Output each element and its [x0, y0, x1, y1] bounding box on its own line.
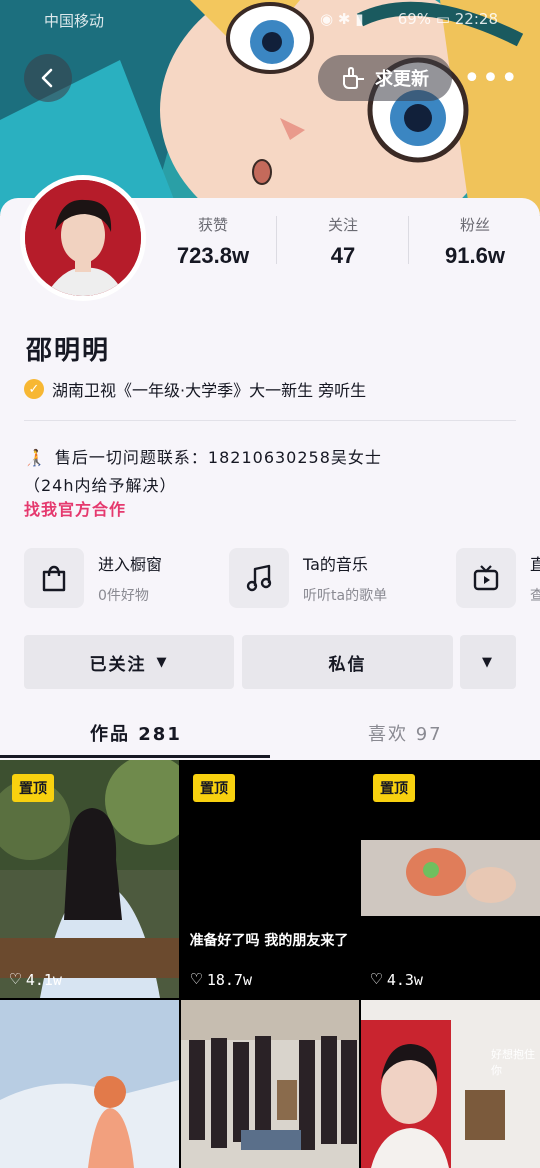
following-button[interactable]: 已关注 ▼ [24, 635, 234, 689]
chevron-left-icon [41, 68, 53, 88]
avatar[interactable] [20, 175, 146, 301]
carrier-label: 中国移动 [44, 12, 105, 30]
video-tile[interactable]: 好想抱住你 [361, 1000, 540, 1168]
status-bar: 中国移动 ◉ ✱ ▮ 69% ▭ 22:28 [0, 0, 540, 36]
feature-music[interactable]: Ta的音乐 听听ta的歌单 [229, 548, 387, 608]
pinned-badge: 置顶 [193, 774, 235, 802]
video-thumbnail [361, 1000, 540, 1168]
back-button[interactable] [24, 54, 72, 102]
divider [24, 420, 516, 421]
video-caption: 准备好了吗 我的朋友来了 [189, 933, 349, 949]
recommend-dropdown-button[interactable]: ▼ [460, 635, 516, 689]
feature-title: 直 [530, 555, 540, 574]
bio-line: （24h内给予解决） [24, 476, 177, 495]
heart-outline-icon: ♡ [371, 969, 382, 990]
stat-likes-received[interactable]: 获赞 723.8w [148, 214, 278, 269]
stat-value: 47 [330, 243, 356, 268]
stat-following[interactable]: 关注 47 [278, 214, 408, 269]
following-label: 已关注 [89, 654, 147, 675]
feature-subtitle: 听听ta的歌单 [303, 588, 388, 604]
more-options-button[interactable]: ••• [462, 54, 520, 102]
video-tile[interactable] [0, 1000, 179, 1168]
bio-line: 🧑‍🦯 售后一切问题联系：18210630258吴女士 [24, 444, 382, 468]
request-update-label: 求更新 [375, 69, 429, 90]
stat-value: 723.8w [176, 243, 250, 268]
stat-label: 关注 [327, 216, 358, 234]
content-tabs: 作品 281 喜欢 97 [0, 702, 540, 758]
tab-works[interactable]: 作品 281 [90, 720, 182, 746]
verification-text: 湖南卫视《一年级·大学季》大一新生 旁听生 [52, 381, 367, 400]
like-count-value: 18.7w [206, 970, 252, 989]
pinned-badge: 置顶 [12, 774, 54, 802]
stat-label: 获赞 [197, 216, 228, 234]
feature-title: 进入橱窗 [98, 555, 163, 574]
stat-followers[interactable]: 粉丝 91.6w [410, 214, 540, 269]
stat-label: 粉丝 [459, 216, 490, 234]
status-icons: ◉ ✱ ▮ [320, 10, 364, 28]
business-cooperation-link[interactable]: 找我官方合作 [24, 496, 126, 520]
time-label: 69% ▭ 22:28 [398, 10, 498, 28]
like-count-value: 4.3w [386, 970, 423, 989]
message-button[interactable]: 私信 [242, 635, 453, 689]
like-count-value: 4.1w [25, 970, 62, 989]
verified-badge-icon: ✓ [24, 379, 44, 399]
verification-row: ✓ 湖南卫视《一年级·大学季》大一新生 旁听生 [24, 377, 366, 401]
feature-live[interactable]: 直 查 [456, 548, 540, 608]
like-count: ♡ 4.1w [10, 969, 62, 990]
video-overlay-text: 好想抱住你 [491, 1048, 535, 1077]
battery-label: 69% [397, 10, 432, 28]
hand-point-icon [343, 67, 364, 89]
message-label: 私信 [328, 654, 367, 675]
video-tile[interactable]: 置顶 ♡ 4.3w [361, 760, 540, 998]
avatar-image [25, 180, 141, 296]
stat-divider [276, 216, 277, 264]
video-tile[interactable] [181, 1000, 359, 1168]
caret-down-icon: ▼ [156, 654, 169, 670]
feature-subtitle: 0件好物 [98, 588, 149, 604]
pinned-badge: 置顶 [373, 774, 415, 802]
profile-name: 邵明明 [26, 336, 111, 366]
clock-label: 22:28 [454, 10, 498, 28]
video-tile[interactable]: 置顶 准备好了吗 我的朋友来了 ♡ 18.7w [181, 760, 359, 998]
heart-outline-icon: ♡ [191, 969, 202, 990]
feature-title: Ta的音乐 [303, 555, 368, 574]
shopping-bag-icon [24, 548, 84, 608]
video-thumbnail [0, 1000, 179, 1168]
feature-showcase[interactable]: 进入橱窗 0件好物 [24, 548, 162, 608]
more-dots-icon: ••• [462, 60, 520, 96]
request-update-button[interactable]: 求更新 [318, 55, 452, 101]
stat-value: 91.6w [445, 243, 505, 268]
tv-icon [456, 548, 516, 608]
like-count: ♡ 4.3w [371, 969, 423, 990]
person-cane-icon: 🧑‍🦯 [24, 448, 45, 467]
tab-likes[interactable]: 喜欢 97 [368, 720, 443, 746]
heart-outline-icon: ♡ [10, 969, 21, 990]
like-count: ♡ 18.7w [191, 969, 252, 990]
music-note-icon [229, 548, 289, 608]
caret-down-icon: ▼ [482, 654, 494, 670]
active-tab-indicator [0, 755, 270, 758]
stat-divider [408, 216, 409, 264]
battery-icon: ▭ [435, 10, 455, 28]
video-tile[interactable]: 置顶 ♡ 4.1w [0, 760, 179, 998]
video-thumbnail [181, 1000, 359, 1168]
feature-subtitle: 查 [530, 588, 540, 604]
bio-text: 售后一切问题联系：18210630258吴女士 [54, 448, 382, 467]
